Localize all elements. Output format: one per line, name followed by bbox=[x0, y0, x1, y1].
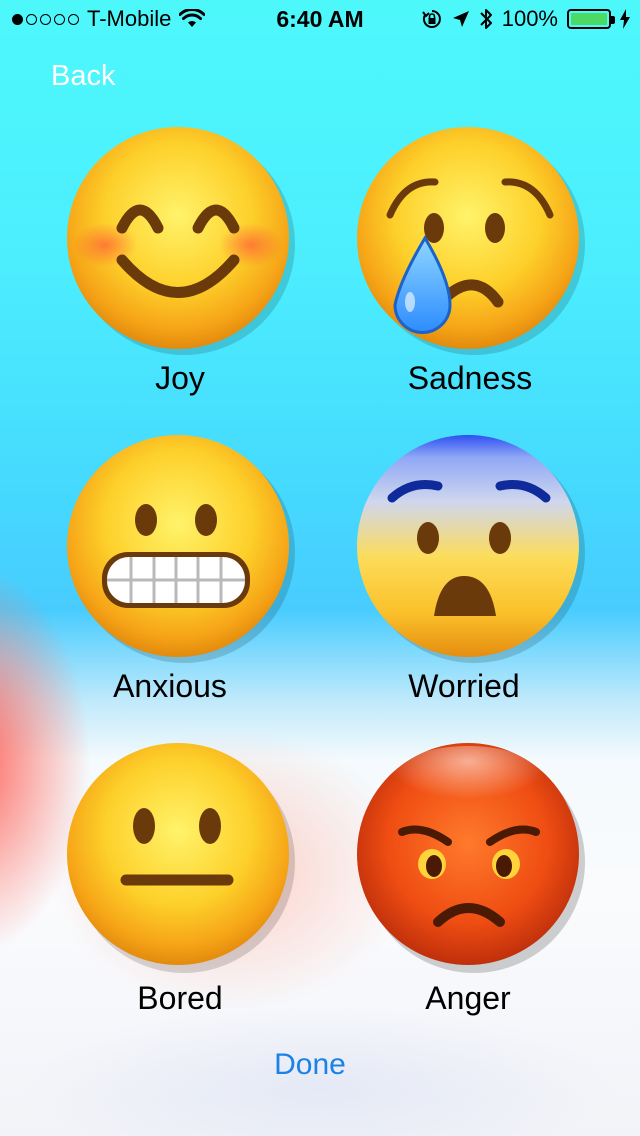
bluetooth-icon bbox=[480, 9, 492, 29]
back-button[interactable]: Back bbox=[51, 60, 115, 93]
rotation-lock-icon bbox=[421, 10, 441, 28]
emotion-joy[interactable]: Joy bbox=[60, 120, 340, 420]
pouting-face-icon bbox=[357, 743, 585, 973]
battery-percentage: 100% bbox=[501, 6, 558, 31]
emotion-anger[interactable]: Anger bbox=[350, 736, 630, 1036]
emotion-label: Anxious bbox=[113, 668, 227, 704]
grimacing-face-icon bbox=[67, 435, 295, 663]
done-button[interactable]: Done bbox=[0, 1048, 620, 1082]
status-right: 100% bbox=[421, 6, 630, 32]
fearful-face-icon bbox=[357, 435, 585, 663]
battery-level bbox=[571, 13, 607, 25]
emotion-anxious[interactable]: Anxious bbox=[60, 428, 340, 728]
emotion-bored[interactable]: Bored bbox=[60, 736, 340, 1036]
charging-bolt-icon bbox=[620, 9, 630, 29]
emotion-label: Joy bbox=[155, 360, 205, 396]
location-arrow-icon bbox=[452, 11, 469, 27]
emotion-worried[interactable]: Worried bbox=[350, 428, 630, 728]
battery-icon bbox=[567, 9, 615, 29]
emotion-label: Worried bbox=[408, 668, 520, 704]
crying-face-icon bbox=[357, 127, 585, 355]
smiling-face-icon bbox=[67, 127, 295, 355]
emotion-label: Sadness bbox=[407, 360, 533, 396]
neutral-face-icon bbox=[67, 743, 295, 973]
emotion-sadness[interactable]: Sadness bbox=[350, 120, 630, 420]
emotion-label: Bored bbox=[137, 980, 223, 1016]
emotion-label: Anger bbox=[425, 980, 511, 1016]
status-bar: T-Mobile 6:40 AM 100% bbox=[0, 0, 640, 40]
